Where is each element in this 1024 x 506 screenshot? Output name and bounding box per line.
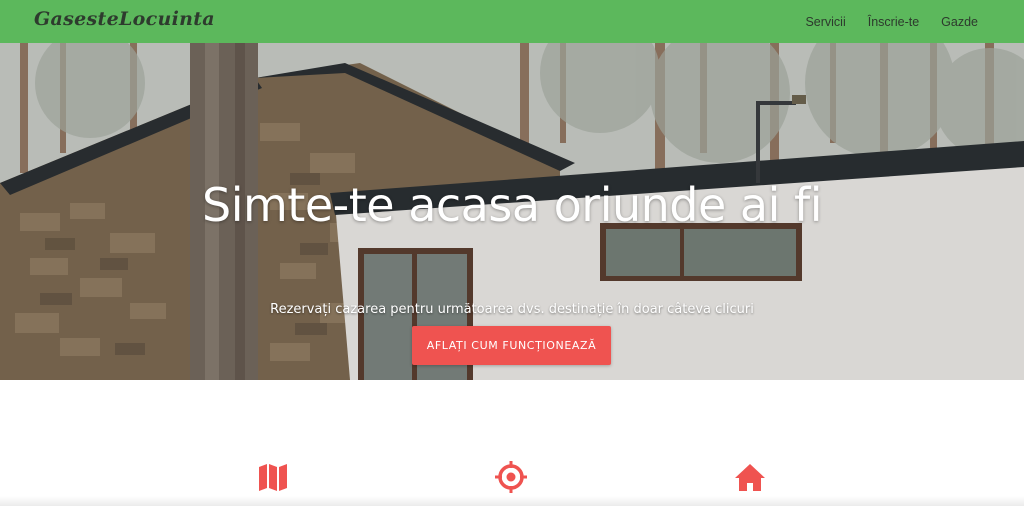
home-icon (735, 464, 765, 491)
map-icon (259, 464, 287, 491)
crosshairs-icon (495, 461, 527, 493)
hero-subtitle: Rezervați cazarea pentru următoarea dvs.… (270, 302, 754, 317)
hero-section: Simte-te acasa oriunde ai fi Rezervați c… (0, 43, 1024, 380)
features-section (0, 380, 1024, 506)
learn-how-it-works-button[interactable]: AFLAȚI CUM FUNCȚIONEAZĂ (412, 326, 611, 365)
nav-link-inscrie-te[interactable]: Înscrie-te (868, 15, 919, 29)
nav-links: Servicii Înscrie-te Gazde (805, 0, 978, 43)
brand-logo[interactable]: GasesteLocuinta (34, 8, 215, 30)
bottom-shadow (0, 496, 1024, 506)
hero-title: Simte-te acasa oriunde ai fi (202, 177, 822, 232)
nav-link-servicii[interactable]: Servicii (805, 15, 845, 29)
navbar: GasesteLocuinta Servicii Înscrie-te Gazd… (0, 0, 1024, 43)
nav-link-gazde[interactable]: Gazde (941, 15, 978, 29)
